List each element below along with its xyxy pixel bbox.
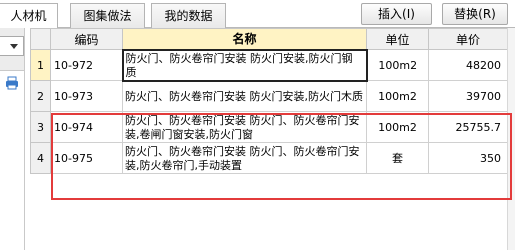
row-code: 10-973 [50,80,123,112]
row-name[interactable]: 防火门、防火卷帘门安装 防火门安装,防火门钢质 [121,48,368,82]
column-header-unit[interactable]: 单位 [366,28,429,50]
column-header-name[interactable]: 名称 [122,28,367,50]
row-price: 25755.7 [428,111,508,143]
row-price: 39700 [428,80,508,112]
row-unit: 100m2 [366,111,429,143]
table-row[interactable]: 3 10-974 防火门、防火卷帘门安装 防火门、防火卷帘门安装,卷闸门窗安装,… [30,111,508,143]
tab-materials[interactable]: 人材机 [0,3,58,29]
dropdown-arrow-icon [10,44,18,49]
table-row[interactable]: 1 10-972 防火门、防火卷帘门安装 防火门安装,防火门钢质 100m2 4… [30,48,508,82]
row-name[interactable]: 防火门、防火卷帘门安装 防火门、防火卷帘门安装,卷闸门窗安装,防火门窗 [122,111,367,143]
row-code: 10-975 [50,142,123,174]
tab-bar: 人材机 图集做法 我的数据 插入(I) 替换(R) [0,0,515,29]
row-unit: 100m2 [366,80,429,112]
print-icon[interactable] [5,76,19,90]
left-tool-panel [0,70,24,250]
left-panel [0,28,25,250]
row-number: 2 [30,80,51,112]
table-header-row: 编码 名称 单位 单价 [30,28,508,50]
row-unit: 套 [366,142,429,174]
row-name[interactable]: 防火门、防火卷帘门安装 防火门安装,防火门木质 [122,80,367,112]
category-dropdown[interactable] [0,36,24,56]
row-unit: 100m2 [366,49,429,81]
column-header-code[interactable]: 编码 [50,28,123,50]
row-name[interactable]: 防火门、防火卷帘门安装 防火门、防火卷帘门安装,防火卷帘门,手动装置 [122,142,367,174]
row-number: 1 [30,49,51,81]
quota-table: 编码 名称 单位 单价 1 10-972 防火门、防火卷帘门安装 防火门安装,防… [30,28,508,174]
insert-button[interactable]: 插入(I) [361,3,432,25]
corner-cell [30,28,51,50]
table-row[interactable]: 4 10-975 防火门、防火卷帘门安装 防火门、防火卷帘门安装,防火卷帘门,手… [30,142,508,174]
row-price: 48200 [428,49,508,81]
tab-my-data[interactable]: 我的数据 [151,3,226,28]
replace-button[interactable]: 替换(R) [442,3,508,25]
row-code: 10-972 [50,49,123,81]
tab-atlas-methods[interactable]: 图集做法 [70,3,145,28]
vertical-scrollbar[interactable] [507,28,515,250]
table-row[interactable]: 2 10-973 防火门、防火卷帘门安装 防火门安装,防火门木质 100m2 3… [30,80,508,112]
row-number: 4 [30,142,51,174]
row-code: 10-974 [50,111,123,143]
column-header-price[interactable]: 单价 [428,28,508,50]
row-number: 3 [30,111,51,143]
row-price: 350 [428,142,508,174]
